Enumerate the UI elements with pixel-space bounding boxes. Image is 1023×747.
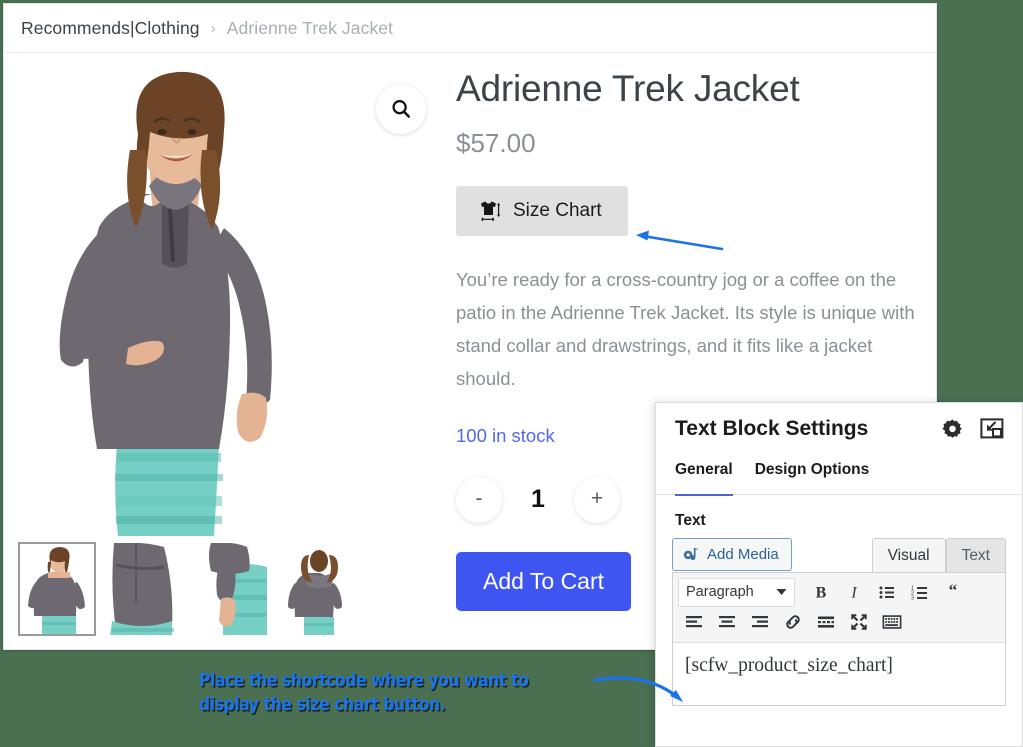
numbered-list-button[interactable]: 1 2 3 <box>904 577 936 607</box>
quantity-decrease-button[interactable]: - <box>456 476 502 523</box>
svg-text:3: 3 <box>911 596 914 602</box>
model-photo <box>10 58 434 536</box>
toolbar-row-1: Paragraph B I 1 2 3 “ <box>678 577 1000 607</box>
italic-button[interactable]: I <box>838 577 870 607</box>
minimize-window-icon[interactable] <box>980 418 1004 440</box>
gear-icon[interactable] <box>941 418 964 441</box>
thumbnail-image <box>106 543 182 635</box>
product-price: $57.00 <box>456 128 536 159</box>
product-main-image[interactable] <box>10 58 434 536</box>
breadcrumb-separator-icon: › <box>210 19 216 37</box>
align-right-icon <box>752 616 768 628</box>
bold-button[interactable]: B <box>805 577 837 607</box>
tab-visual[interactable]: Visual <box>871 538 946 572</box>
bulleted-list-icon <box>879 586 894 599</box>
read-more-icon <box>818 616 834 628</box>
annotation-line-2: display the size chart button. <box>199 693 446 715</box>
thumbnail-image <box>280 543 356 635</box>
tab-design-options[interactable]: Design Options <box>755 461 870 496</box>
product-gallery <box>4 54 440 649</box>
annotation-text: Place the shortcode where you want to di… <box>199 669 529 717</box>
editor-mode-tabs: Visual Text <box>871 538 1006 572</box>
annotation-line-1: Place the shortcode where you want to <box>199 670 529 691</box>
product-description: You’re ready for a cross-country jog or … <box>456 269 915 390</box>
numbered-list-icon: 1 2 3 <box>911 586 927 602</box>
thumbnail-strip <box>18 542 357 636</box>
editor-toolbar: Paragraph B I 1 2 3 “ <box>673 573 1005 643</box>
tshirt-measure-icon <box>481 201 501 222</box>
add-media-button[interactable]: Add Media <box>672 538 792 571</box>
thumbnail-image <box>193 543 269 635</box>
breadcrumb: Recommends|Clothing › Adrienne Trek Jack… <box>4 4 936 53</box>
add-to-cart-button[interactable]: Add To Cart <box>456 551 631 611</box>
text-block-settings-panel: Text Block Settings General Design Optio… <box>655 402 1023 747</box>
blockquote-button[interactable]: “ <box>937 577 969 607</box>
bulleted-list-button[interactable] <box>871 577 903 607</box>
thumbnail-1[interactable] <box>18 542 96 636</box>
panel-title: Text Block Settings <box>675 417 869 440</box>
size-chart-button[interactable]: Size Chart <box>456 186 628 237</box>
search-icon <box>392 100 410 118</box>
insert-link-button[interactable] <box>777 607 809 637</box>
thumbnail-4[interactable] <box>279 542 357 636</box>
align-right-button[interactable] <box>744 607 776 637</box>
add-media-label: Add Media <box>707 546 779 563</box>
fullscreen-button[interactable] <box>843 607 875 637</box>
thumbnail-image <box>20 544 94 634</box>
thumbnail-2[interactable] <box>105 542 183 636</box>
editor-box: Paragraph B I 1 2 3 “ [scfw_product_size… <box>672 572 1006 706</box>
svg-text:B: B <box>816 585 827 602</box>
text-field-label: Text <box>675 512 706 529</box>
chevron-down-icon <box>776 589 787 595</box>
bold-icon: B <box>816 585 827 602</box>
blockquote-icon: “ <box>949 582 958 600</box>
image-zoom-button[interactable] <box>376 84 426 134</box>
page-title: Adrienne Trek Jacket <box>456 68 800 109</box>
align-left-icon <box>686 616 702 628</box>
italic-icon: I <box>850 585 857 602</box>
quantity-value: 1 <box>531 485 545 514</box>
fullscreen-icon <box>851 614 867 630</box>
read-more-button[interactable] <box>810 607 842 637</box>
svg-text:“: “ <box>949 582 958 600</box>
toolbar-toggle-button[interactable] <box>876 607 908 637</box>
editor-topbar: Add Media Visual Text <box>672 538 1006 572</box>
editor-content[interactable]: [scfw_product_size_chart] <box>673 643 1005 705</box>
tab-text[interactable]: Text <box>945 538 1006 572</box>
breadcrumb-parent-link[interactable]: Recommends|Clothing <box>21 18 200 39</box>
panel-tabs: General Design Options <box>656 455 1022 496</box>
thumbnail-3[interactable] <box>192 542 270 636</box>
panel-header: Text Block Settings <box>656 403 1022 455</box>
toolbar-toggle-icon <box>882 615 902 629</box>
align-center-icon <box>719 616 735 628</box>
quantity-increase-button[interactable]: + <box>574 476 620 523</box>
wysiwyg-editor: Add Media Visual Text Paragraph B I 1 2 … <box>672 538 1006 706</box>
insert-link-icon <box>786 615 800 629</box>
tab-general[interactable]: General <box>675 461 733 496</box>
toolbar-row-2 <box>678 607 1000 637</box>
size-chart-button-label: Size Chart <box>513 200 602 222</box>
svg-text:I: I <box>850 585 857 602</box>
media-icon <box>683 547 699 561</box>
align-left-button[interactable] <box>678 607 710 637</box>
align-center-button[interactable] <box>711 607 743 637</box>
format-select-value: Paragraph <box>686 584 754 600</box>
format-select[interactable]: Paragraph <box>678 577 795 607</box>
breadcrumb-current: Adrienne Trek Jacket <box>226 17 394 38</box>
panel-header-actions <box>941 418 1004 441</box>
